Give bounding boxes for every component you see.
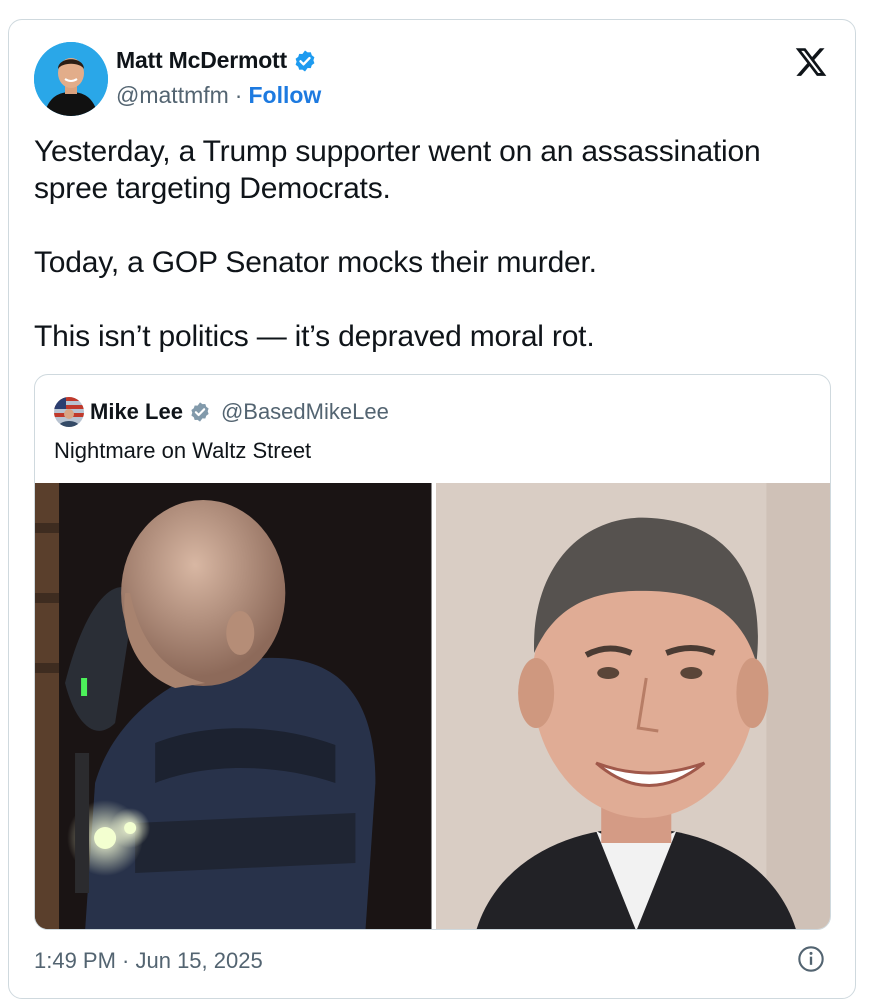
- verified-badge-icon: [191, 402, 209, 422]
- quoted-author-avatar[interactable]: [54, 397, 84, 427]
- portrait-photo[interactable]: [435, 483, 830, 929]
- tweet-paragraph: Today, a GOP Senator mocks their murder.: [34, 246, 597, 279]
- quoted-author-name[interactable]: Mike Lee: [90, 399, 183, 425]
- quoted-tweet-text: Nightmare on Waltz Street: [54, 438, 312, 463]
- quoted-author-row: Mike Lee @BasedMikeLee: [54, 397, 389, 427]
- tweet-timestamp[interactable]: 1:49 PM · Jun 15, 2025: [34, 948, 263, 974]
- author-meta: @mattmfm · Follow: [116, 82, 321, 109]
- tweet-paragraph: This isn’t politics — it’s depraved mora…: [34, 320, 595, 353]
- author-avatar[interactable]: [34, 42, 108, 116]
- author-handle[interactable]: @mattmfm: [116, 82, 229, 108]
- separator-dot: ·: [234, 82, 243, 108]
- tweet-text: Yesterday, a Trump supporter went on an …: [34, 133, 824, 355]
- author-name-row: Matt McDermott: [116, 47, 317, 74]
- x-logo-icon[interactable]: [793, 45, 829, 79]
- author-name[interactable]: Matt McDermott: [116, 47, 287, 74]
- quoted-author-handle[interactable]: @BasedMikeLee: [221, 399, 389, 425]
- verified-badge-icon: [295, 50, 315, 71]
- follow-button[interactable]: Follow: [248, 82, 321, 108]
- tweet-paragraph: Yesterday, a Trump supporter went on an …: [34, 135, 761, 205]
- tweet-card: Matt McDermott @mattmfm · Follow Yesterday…: [8, 19, 856, 999]
- masked-man-photo[interactable]: [35, 483, 432, 929]
- quoted-tweet[interactable]: Mike Lee @BasedMikeLee Nightmare on Walt…: [34, 374, 831, 930]
- quoted-media: [35, 483, 830, 929]
- info-icon[interactable]: [797, 945, 825, 973]
